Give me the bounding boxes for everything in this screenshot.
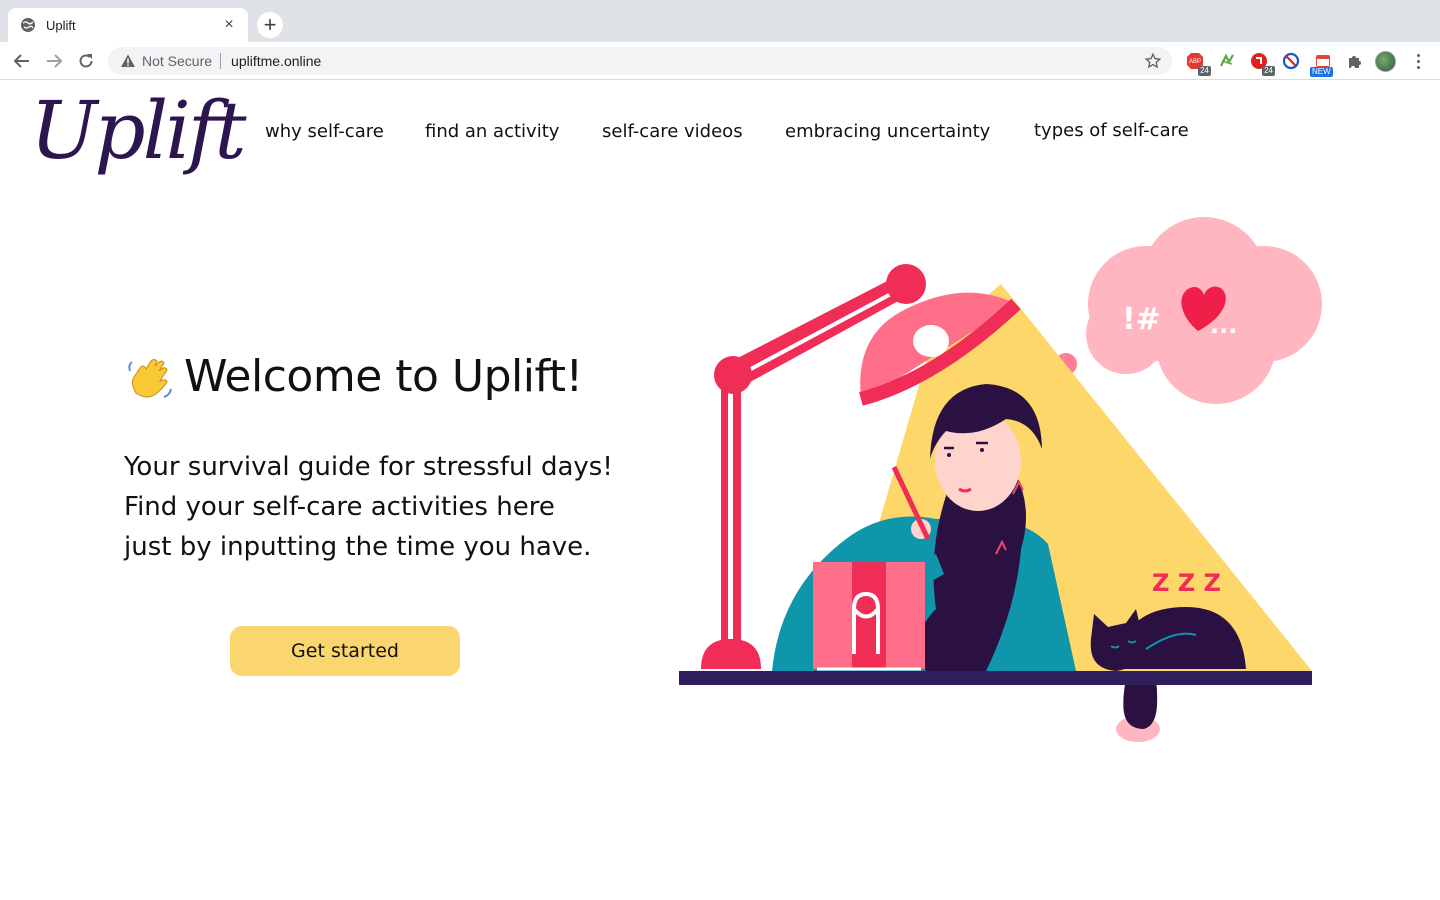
profile-avatar[interactable]	[1375, 51, 1396, 72]
tab-title: Uplift	[46, 17, 76, 33]
puzzle-extensions-icon[interactable]	[1345, 51, 1365, 71]
notebook	[813, 562, 925, 671]
browser-toolbar: Not Secure upliftme.online ABP 24 24 NEW	[0, 42, 1440, 80]
get-started-button[interactable]: Get started	[230, 626, 460, 676]
url-text[interactable]: upliftme.online	[231, 53, 1144, 69]
hero-illustration: !# ... Z Z Z	[679, 217, 1322, 742]
nav-types-of-self-care[interactable]: types of self-care	[1034, 120, 1189, 141]
globe-icon	[20, 17, 36, 33]
security-label[interactable]: Not Secure	[142, 53, 212, 69]
menu-kebab-icon[interactable]	[1410, 50, 1426, 72]
new-tab-button[interactable]: +	[257, 12, 283, 38]
thought-ellipsis: ...	[1210, 311, 1237, 339]
pdf-extension-icon[interactable]: 24	[1249, 51, 1275, 76]
nav-embracing-uncertainty[interactable]: embracing uncertainty	[785, 121, 990, 142]
omnibox-separator	[220, 53, 222, 69]
nav-why-self-care[interactable]: why self-care	[265, 121, 384, 142]
hero-subtitle-line: just by inputting the time you have.	[124, 532, 592, 562]
hero-subtitle: Your survival guide for stressful days! …	[124, 447, 664, 567]
calendar-extension-icon[interactable]: NEW	[1310, 51, 1333, 77]
back-icon[interactable]	[10, 49, 34, 73]
snore-text: Z Z Z	[1152, 569, 1221, 597]
nav-find-an-activity[interactable]: find an activity	[425, 121, 559, 142]
extension-new-badge: NEW	[1310, 67, 1333, 77]
adblock-extension-icon[interactable]: ABP 24	[1185, 51, 1211, 76]
hero-headline: Welcome to Uplift!	[184, 351, 583, 402]
browser-tab[interactable]: Uplift ×	[8, 8, 248, 42]
bookmark-star-icon[interactable]	[1144, 52, 1162, 70]
extension-badge: 24	[1262, 66, 1275, 76]
tab-close-icon[interactable]: ×	[220, 16, 238, 34]
reload-icon[interactable]	[74, 49, 98, 73]
nav-self-care-videos[interactable]: self-care videos	[602, 121, 743, 142]
grammar-extension-icon[interactable]	[1217, 51, 1237, 71]
warning-icon[interactable]	[120, 53, 136, 69]
hero-subtitle-line: Find your self-care activities here	[124, 492, 555, 522]
desk	[679, 671, 1312, 685]
browser-tabstrip: Uplift × +	[0, 0, 1440, 42]
address-bar[interactable]: Not Secure upliftme.online	[108, 47, 1172, 75]
block-extension-icon[interactable]	[1281, 51, 1301, 71]
hero-subtitle-line: Your survival guide for stressful days!	[124, 452, 613, 482]
waving-hand-icon	[124, 353, 174, 403]
page: Uplift why self-care find an activity se…	[0, 81, 1440, 900]
svg-text:ABP: ABP	[1189, 59, 1201, 65]
thought-text: !#	[1122, 302, 1161, 337]
site-logo[interactable]: Uplift	[30, 81, 247, 181]
extension-badge: 24	[1198, 66, 1211, 76]
forward-icon[interactable]	[42, 49, 66, 73]
